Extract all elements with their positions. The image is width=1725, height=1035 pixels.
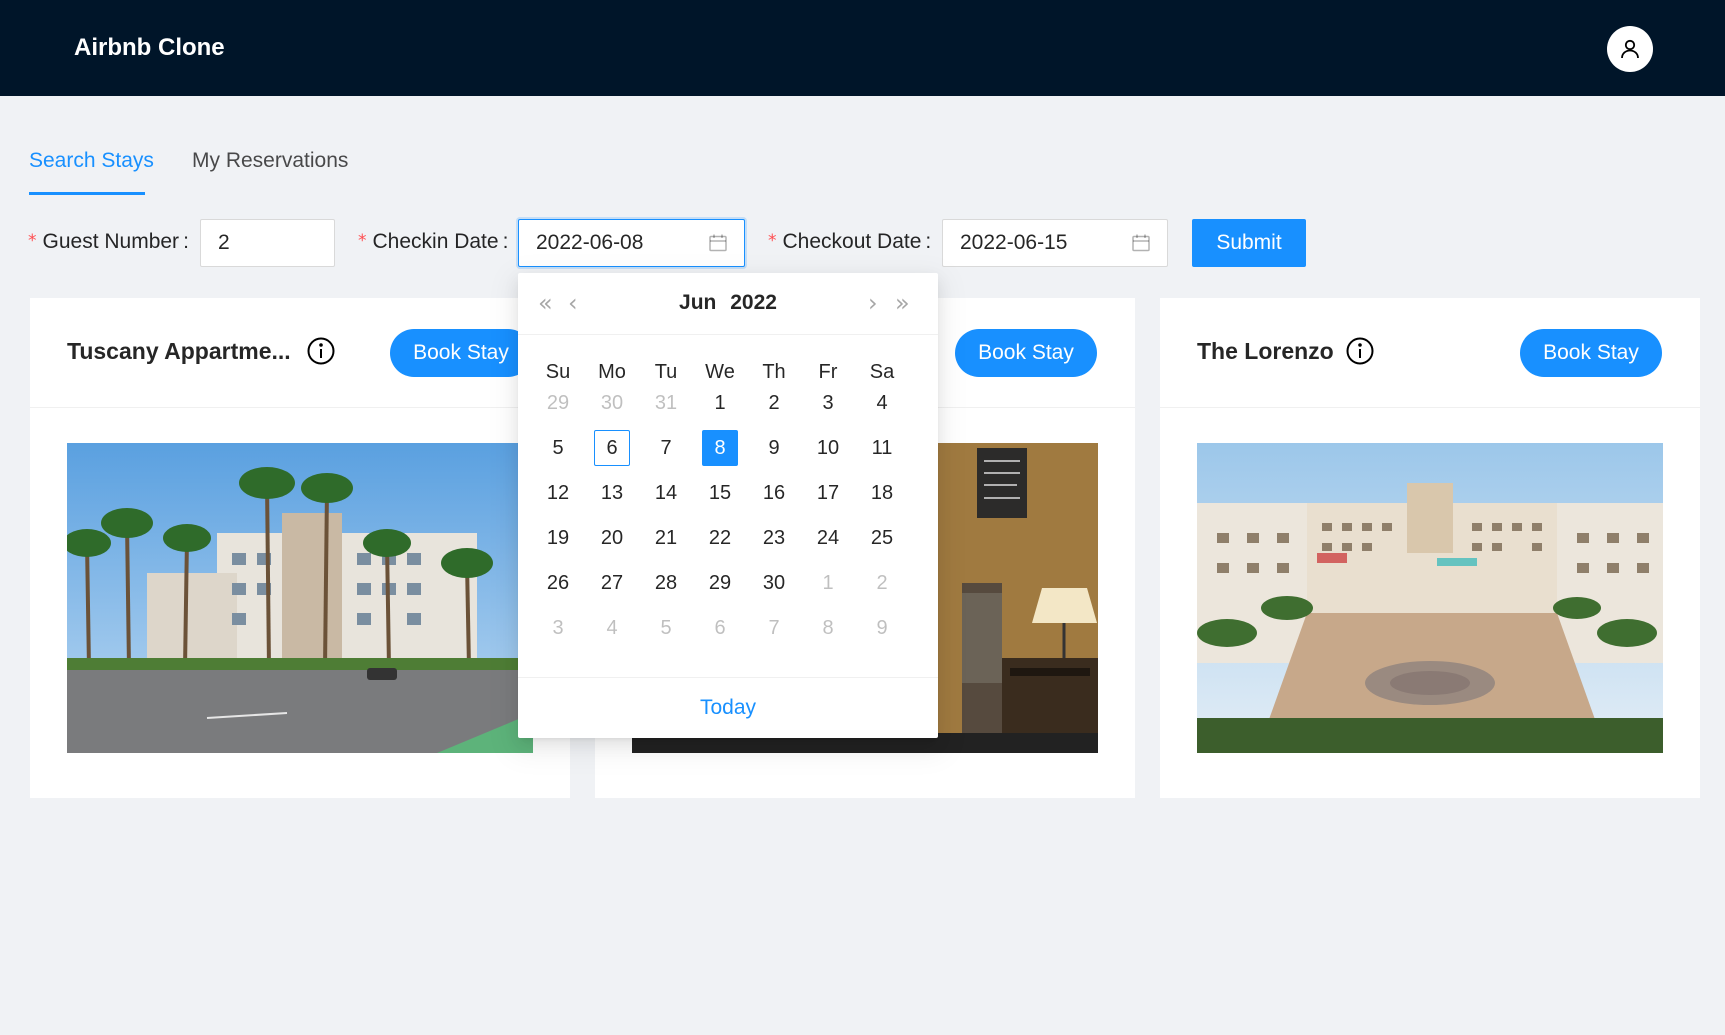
calendar-day[interactable]: 1: [702, 385, 738, 421]
calendar-day-outside[interactable]: 4: [594, 610, 630, 646]
calendar-day[interactable]: 27: [594, 565, 630, 601]
calendar-day-outside[interactable]: 7: [756, 610, 792, 646]
calendar-day[interactable]: 22: [702, 520, 738, 556]
card-header: The Lorenzo Book Stay: [1160, 298, 1700, 408]
tab-my-reservations[interactable]: My Reservations: [192, 149, 348, 173]
stay-card: Tuscany Appartme... Book Stay: [30, 298, 570, 798]
card-title: Tuscany Appartme...: [67, 338, 291, 364]
weekday-label: Sa: [869, 361, 895, 383]
calendar-day-outside[interactable]: 6: [702, 610, 738, 646]
calendar-day-outside[interactable]: 31: [648, 385, 684, 421]
search-form: * Guest Number: 2 * Checkin Date: 2022-06-…: [0, 219, 1725, 267]
calendar-day-outside[interactable]: 1: [810, 565, 846, 601]
calendar-day[interactable]: 13: [594, 475, 630, 511]
weekday-label: We: [705, 361, 735, 383]
calendar-day[interactable]: 16: [756, 475, 792, 511]
weekday-label: Fr: [818, 361, 838, 383]
weekday-label: Mo: [598, 361, 626, 383]
date-picker-header: « ‹ Jun 2022 › »: [518, 273, 938, 335]
calendar-day[interactable]: 14: [648, 475, 684, 511]
main-tabs: Search Stays My Reservations: [29, 140, 429, 196]
info-icon[interactable]: [1345, 336, 1375, 366]
calendar-day[interactable]: 12: [540, 475, 576, 511]
weekday-label: Tu: [654, 361, 678, 383]
calendar-day-outside[interactable]: 3: [540, 610, 576, 646]
checkin-date-value: 2022-06-08: [536, 231, 644, 254]
user-avatar[interactable]: [1607, 26, 1653, 72]
calendar-day[interactable]: 8: [702, 430, 738, 466]
calendar-day[interactable]: 21: [648, 520, 684, 556]
calendar-icon: [1132, 234, 1150, 252]
book-stay-button[interactable]: Book Stay: [1520, 329, 1662, 377]
double-right-icon[interactable]: »: [895, 289, 910, 317]
weekday-label: Su: [545, 361, 571, 383]
checkout-date-value: 2022-06-15: [960, 231, 1068, 254]
calendar-day[interactable]: 7: [648, 430, 684, 466]
app-logo[interactable]: Airbnb Clone: [74, 34, 225, 62]
card-title: The Lorenzo: [1197, 338, 1334, 364]
user-icon: [1621, 39, 1639, 59]
card-header: Tuscany Appartme... Book Stay: [30, 298, 570, 408]
info-icon[interactable]: [306, 336, 336, 366]
right-icon[interactable]: ›: [868, 289, 878, 317]
book-stay-button[interactable]: Book Stay: [955, 329, 1097, 377]
today-button[interactable]: Today: [518, 696, 938, 720]
required-mark: *: [768, 231, 777, 251]
calendar-day[interactable]: 26: [540, 565, 576, 601]
calendar-day[interactable]: 2: [756, 385, 792, 421]
calendar-day-outside[interactable]: 8: [810, 610, 846, 646]
calendar-day[interactable]: 5: [540, 430, 576, 466]
stay-photo: [67, 443, 533, 753]
calendar-day[interactable]: 28: [648, 565, 684, 601]
calendar-day[interactable]: 20: [594, 520, 630, 556]
date-picker-footer: Today: [518, 677, 938, 738]
stay-card: The Lorenzo Book Stay: [1160, 298, 1700, 798]
calendar-day[interactable]: 19: [540, 520, 576, 556]
calendar-day[interactable]: 25: [864, 520, 900, 556]
calendar-day-outside[interactable]: 29: [540, 385, 576, 421]
calendar-day[interactable]: 23: [756, 520, 792, 556]
calendar-day[interactable]: 3: [810, 385, 846, 421]
calendar-day[interactable]: 29: [702, 565, 738, 601]
weekday-label: Th: [762, 361, 786, 383]
year-select[interactable]: 2022: [730, 291, 777, 314]
calendar-day[interactable]: 4: [864, 385, 900, 421]
calendar-day-outside[interactable]: 5: [648, 610, 684, 646]
required-mark: *: [28, 231, 37, 251]
calendar-day[interactable]: 24: [810, 520, 846, 556]
tab-active-indicator: [29, 192, 145, 195]
calendar-day-outside[interactable]: 2: [864, 565, 900, 601]
tab-search-stays[interactable]: Search Stays: [29, 149, 154, 173]
submit-button[interactable]: Submit: [1192, 219, 1306, 267]
calendar-day[interactable]: 18: [864, 475, 900, 511]
calendar-day[interactable]: 6: [594, 430, 630, 466]
book-stay-button[interactable]: Book Stay: [390, 329, 532, 377]
calendar-day[interactable]: 17: [810, 475, 846, 511]
guest-number-input[interactable]: 2: [200, 219, 335, 267]
calendar-day[interactable]: 11: [864, 430, 900, 466]
stay-photo: [1197, 443, 1663, 753]
calendar-day[interactable]: 15: [702, 475, 738, 511]
month-select[interactable]: Jun: [679, 291, 716, 314]
calendar-day-outside[interactable]: 9: [864, 610, 900, 646]
calendar-day-outside[interactable]: 30: [594, 385, 630, 421]
calendar-day[interactable]: 10: [810, 430, 846, 466]
top-header: Airbnb Clone: [0, 0, 1725, 96]
calendar-day[interactable]: 30: [756, 565, 792, 601]
required-mark: *: [358, 231, 367, 251]
checkout-date-input[interactable]: 2022-06-15: [942, 219, 1168, 267]
calendar-icon: [709, 234, 727, 252]
checkout-date-label: * Checkout Date:: [768, 230, 932, 253]
checkin-date-input[interactable]: 2022-06-08: [518, 219, 745, 267]
checkin-date-picker: « ‹ Jun 2022 › » Su Mo Tu We Th Fr Sa 29 30 31 1 2…: [518, 273, 938, 738]
checkin-date-label: * Checkin Date:: [358, 230, 509, 253]
calendar-day[interactable]: 9: [756, 430, 792, 466]
guest-number-label: * Guest Number:: [28, 230, 189, 253]
